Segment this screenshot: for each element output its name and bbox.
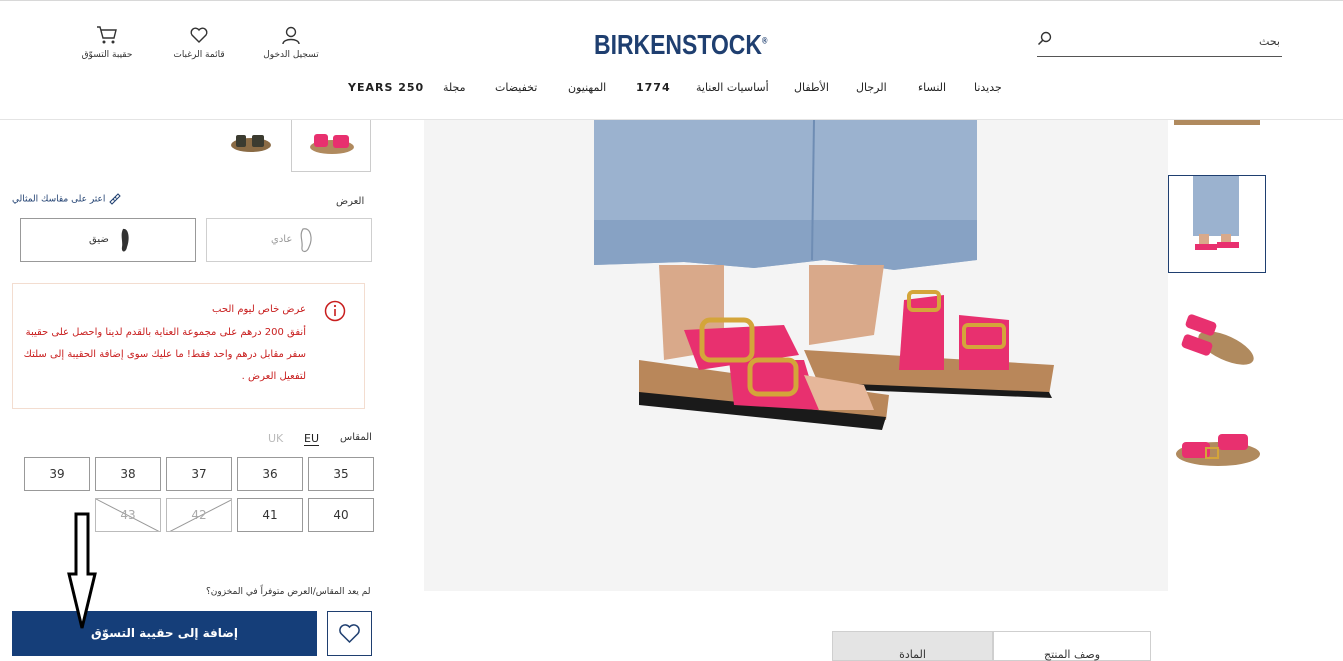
thumbnail-image <box>1176 434 1260 466</box>
cart-label: حقيبة التسوّق <box>81 50 133 60</box>
brown-sandal-thumbnail <box>231 135 271 152</box>
pink-sandal-thumbnail <box>310 134 354 154</box>
size-option-40[interactable]: 40 <box>308 498 374 532</box>
heart-icon <box>339 624 360 644</box>
width-option-regular[interactable]: عادي <box>206 218 372 262</box>
site-header: حقيبة التسوّق قائمة الرغبات تسجيل الدخول… <box>0 0 1343 120</box>
logo-mark: ® <box>761 35 768 46</box>
tab-product-description[interactable]: وصف المنتج <box>993 631 1151 661</box>
offer-body: أنفق 200 درهم على مجموعة العناية بالقدم … <box>23 327 306 382</box>
info-icon <box>324 300 346 322</box>
nav-item-1774[interactable]: 1774 <box>636 81 671 94</box>
wishlist-button[interactable]: قائمة الرغبات <box>154 25 244 60</box>
heart-icon <box>190 27 208 43</box>
width-option-regular-label: عادي <box>271 234 293 245</box>
main-navigation: جديدنا النساء الرجال الأطفال أساسيات الع… <box>0 81 1343 101</box>
size-option-36[interactable]: 36 <box>237 457 303 491</box>
login-label: تسجيل الدخول <box>263 50 319 60</box>
thumbnail-image <box>1193 176 1239 250</box>
tab-product-description-label: وصف المنتج <box>1043 648 1101 661</box>
down-arrow-annotation <box>67 512 97 629</box>
tab-material-label: المادة <box>899 648 926 661</box>
find-size-text: اعثر على مقاسك المثالي <box>12 194 106 205</box>
size-option-39[interactable]: 39 <box>24 457 90 491</box>
nav-item-250-years[interactable]: YEARS 250 <box>348 81 424 94</box>
product-thumbnail-4[interactable] <box>1168 400 1266 498</box>
product-photo <box>424 120 1168 591</box>
nav-item-magazine[interactable]: مجلة <box>443 81 466 94</box>
narrow-foot-icon <box>121 228 129 252</box>
main-product-image[interactable] <box>424 120 1168 591</box>
size-option-38[interactable]: 38 <box>95 457 161 491</box>
size-label: المقاس <box>340 432 372 443</box>
color-swatch-brown[interactable] <box>211 112 289 172</box>
size-42-label: 42 <box>191 508 207 522</box>
logo-text: BIRKENSTOCK <box>594 29 762 60</box>
tab-material[interactable]: المادة <box>832 631 993 661</box>
product-thumbnail-2-selected[interactable] <box>1168 175 1266 273</box>
brand-logo[interactable]: BIRKENSTOCK® <box>594 29 767 61</box>
offer-banner: عرض خاص ليوم الحب أنفق 200 درهم على مجمو… <box>12 283 365 409</box>
nav-item-women[interactable]: النساء <box>918 81 946 94</box>
search-input[interactable]: بحث <box>1037 29 1282 57</box>
wishlist-label: قائمة الرغبات <box>173 50 225 60</box>
ruler-icon <box>109 193 121 205</box>
login-button[interactable]: تسجيل الدخول <box>246 25 336 60</box>
size-43-label: 43 <box>120 508 136 522</box>
out-of-stock-link[interactable]: لم يعد المقاس/العرض متوفراً في المخزون؟ <box>206 587 371 597</box>
size-system-eu[interactable]: EU <box>304 432 320 446</box>
width-option-narrow-label: ضيق <box>89 234 109 245</box>
width-label: العرض <box>336 196 365 207</box>
size-option-35[interactable]: 35 <box>308 457 374 491</box>
nav-item-kids[interactable]: الأطفال <box>794 81 829 94</box>
width-option-narrow[interactable]: ضيق <box>20 218 196 262</box>
size-option-43-unavailable[interactable]: 43 <box>95 498 161 532</box>
add-to-wishlist-button[interactable] <box>327 611 372 656</box>
nav-item-professional[interactable]: المهنيون <box>568 81 606 94</box>
cart-icon <box>97 26 117 44</box>
nav-item-men[interactable]: الرجال <box>856 81 887 94</box>
user-icon <box>282 26 300 45</box>
product-thumbnail-3[interactable] <box>1168 290 1266 388</box>
color-swatch-pink[interactable] <box>291 112 371 172</box>
thumbnail-image <box>1181 314 1254 365</box>
nav-item-care[interactable]: أساسيات العناية <box>696 81 769 94</box>
nav-item-sale[interactable]: تخفيضات <box>495 81 537 94</box>
offer-title: عرض خاص ليوم الحب <box>212 304 306 315</box>
size-option-37[interactable]: 37 <box>166 457 232 491</box>
add-to-bag-button[interactable]: إضافة إلى حقيبة التسوّق <box>12 611 317 656</box>
find-size-link[interactable]: اعثر على مقاسك المثالي <box>12 192 122 206</box>
regular-foot-icon <box>300 228 312 253</box>
size-system-uk[interactable]: UK <box>268 432 283 445</box>
cart-button[interactable]: حقيبة التسوّق <box>62 25 152 60</box>
search-placeholder: بحث <box>1259 35 1280 48</box>
size-option-42-unavailable[interactable]: 42 <box>166 498 232 532</box>
search-icon[interactable] <box>1037 31 1053 47</box>
size-option-41[interactable]: 41 <box>237 498 303 532</box>
nav-item-new[interactable]: جديدنا <box>974 81 1002 94</box>
